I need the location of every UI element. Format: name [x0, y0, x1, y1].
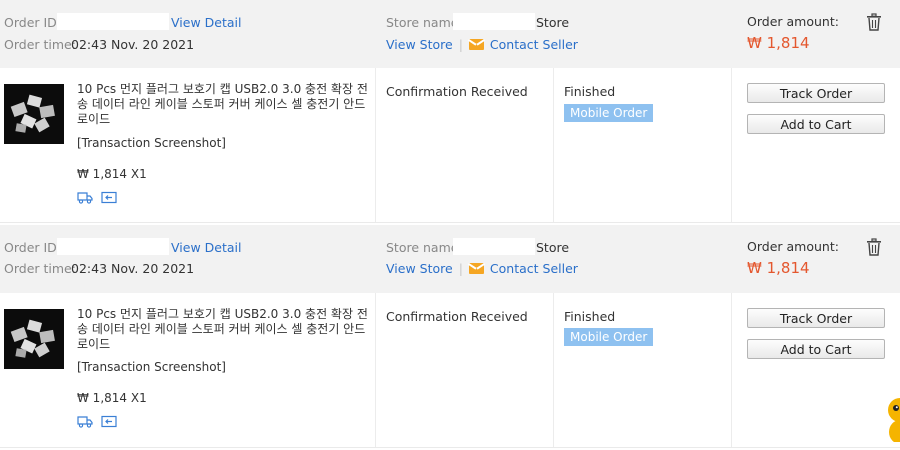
order-time-label: Order time: — [4, 37, 76, 52]
track-order-button[interactable]: Track Order — [747, 308, 885, 328]
product-thumbnail[interactable] — [4, 309, 64, 369]
trash-icon[interactable] — [866, 238, 882, 256]
column-divider — [375, 293, 376, 447]
order-status: Finished — [564, 309, 616, 324]
order-card: Order ID: View Detail Order time: 02:43 … — [0, 225, 900, 450]
mobile-order-badge: Mobile Order — [564, 328, 654, 346]
separator: | — [458, 37, 463, 52]
order-body: 10 Pcs 먼지 플러그 보호기 캡 USB2.0 3.0 충전 확장 전송 … — [0, 293, 900, 448]
redacted-order-id — [57, 13, 169, 30]
view-detail-link[interactable]: View Detail — [171, 240, 241, 255]
view-detail-link[interactable]: View Detail — [171, 15, 241, 30]
redacted-order-id — [57, 238, 169, 255]
return-icon[interactable] — [101, 191, 117, 204]
mobile-order-badge: Mobile Order — [564, 104, 654, 122]
transaction-screenshot-link[interactable]: [Transaction Screenshot] — [77, 360, 226, 374]
order-amount: ₩ 1,814 — [747, 34, 810, 52]
order-header: Order ID: View Detail Order time: 02:43 … — [0, 225, 900, 293]
contact-seller-link[interactable]: Contact Seller — [490, 261, 578, 276]
trash-icon[interactable] — [866, 13, 882, 31]
price-quantity: ₩ 1,814 X1 — [77, 391, 147, 405]
order-time-label: Order time: — [4, 261, 76, 276]
return-icon[interactable] — [101, 415, 117, 428]
order-header: Order ID: View Detail Order time: 02:43 … — [0, 0, 900, 68]
delivery-truck-icon[interactable] — [77, 191, 93, 204]
view-store-link[interactable]: View Store — [386, 261, 453, 276]
redacted-store-name — [453, 13, 535, 30]
add-to-cart-button[interactable]: Add to Cart — [747, 114, 885, 134]
column-divider — [375, 68, 376, 222]
order-id-label: Order ID: — [4, 15, 62, 30]
order-id-label: Order ID: — [4, 240, 62, 255]
product-title[interactable]: 10 Pcs 먼지 플러그 보호기 캡 USB2.0 3.0 충전 확장 전송 … — [77, 307, 373, 352]
track-order-button[interactable]: Track Order — [747, 83, 885, 103]
add-to-cart-button[interactable]: Add to Cart — [747, 339, 885, 359]
order-body: 10 Pcs 먼지 플러그 보호기 캡 USB2.0 3.0 충전 확장 전송 … — [0, 68, 900, 223]
store-links: View Store | Contact Seller — [386, 261, 578, 276]
delivery-status: Confirmation Received — [386, 84, 528, 99]
product-title[interactable]: 10 Pcs 먼지 플러그 보호기 캡 USB2.0 3.0 충전 확장 전송 … — [77, 82, 373, 127]
store-suffix: Store — [536, 240, 570, 255]
order-amount-label: Order amount: — [747, 14, 839, 29]
transaction-screenshot-link[interactable]: [Transaction Screenshot] — [77, 136, 226, 150]
view-store-link[interactable]: View Store — [386, 37, 453, 52]
store-name-label: Store name: — [386, 240, 463, 255]
store-links: View Store | Contact Seller — [386, 37, 578, 52]
delivery-truck-icon[interactable] — [77, 415, 93, 428]
order-time: 02:43 Nov. 20 2021 — [71, 261, 195, 276]
order-time: 02:43 Nov. 20 2021 — [71, 37, 195, 52]
delivery-status: Confirmation Received — [386, 309, 528, 324]
column-divider — [553, 293, 554, 447]
redacted-store-name — [453, 238, 535, 255]
mail-icon — [468, 39, 484, 50]
order-status: Finished — [564, 84, 616, 99]
product-thumbnail[interactable] — [4, 84, 64, 144]
product-image — [10, 94, 55, 133]
store-suffix: Store — [536, 15, 570, 30]
contact-seller-link[interactable]: Contact Seller — [490, 37, 578, 52]
order-card: Order ID: View Detail Order time: 02:43 … — [0, 0, 900, 225]
separator: | — [458, 261, 463, 276]
order-amount: ₩ 1,814 — [747, 259, 810, 277]
order-amount-label: Order amount: — [747, 239, 839, 254]
store-name-label: Store name: — [386, 15, 463, 30]
mascot-icon[interactable] — [884, 392, 900, 442]
price-quantity: ₩ 1,814 X1 — [77, 167, 147, 181]
column-divider — [731, 293, 732, 447]
product-image — [10, 319, 55, 358]
column-divider — [731, 68, 732, 222]
mail-icon — [468, 263, 484, 274]
column-divider — [553, 68, 554, 222]
